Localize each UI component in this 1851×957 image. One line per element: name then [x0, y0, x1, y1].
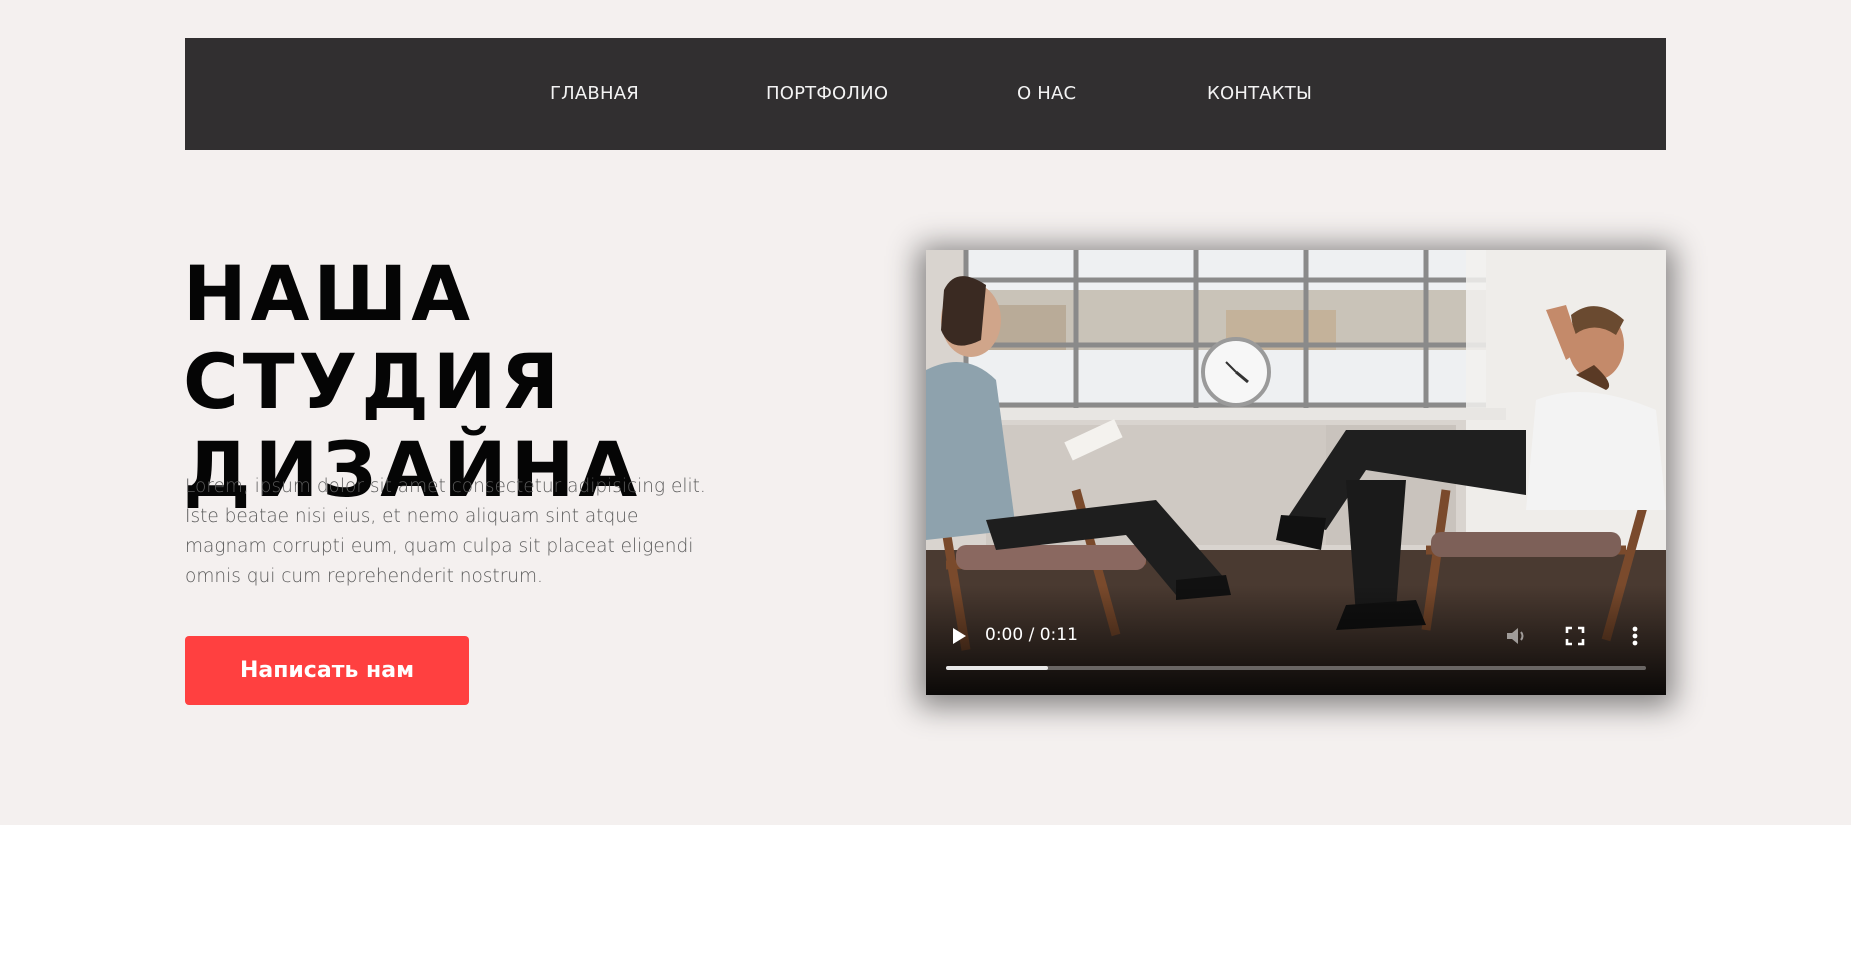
video-time-display: 0:00 / 0:11: [985, 625, 1078, 645]
write-us-button[interactable]: Написать нам: [185, 636, 469, 705]
fullscreen-icon[interactable]: [1562, 623, 1588, 649]
nav-item-about[interactable]: О НАС: [1017, 38, 1076, 150]
page: ГЛАВНАЯ ПОРТФОЛИО О НАС КОНТАКТЫ НАША СТ…: [0, 0, 1851, 957]
nav-item-portfolio[interactable]: ПОРТФОЛИО: [766, 38, 888, 150]
main-navigation: ГЛАВНАЯ ПОРТФОЛИО О НАС КОНТАКТЫ: [185, 38, 1666, 150]
nav-item-contacts[interactable]: КОНТАКТЫ: [1207, 38, 1312, 150]
play-icon[interactable]: [946, 623, 972, 649]
nav-item-home[interactable]: ГЛАВНАЯ: [550, 38, 639, 150]
video-player[interactable]: 0:00 / 0:11: [926, 250, 1666, 695]
video-buffered-progress: [946, 666, 1048, 670]
video-progress-bar[interactable]: [946, 666, 1646, 670]
more-vertical-icon[interactable]: [1622, 623, 1648, 649]
volume-icon[interactable]: [1503, 623, 1529, 649]
hero-description: Lorem, ipsum dolor sit amet consectetur …: [185, 476, 706, 587]
